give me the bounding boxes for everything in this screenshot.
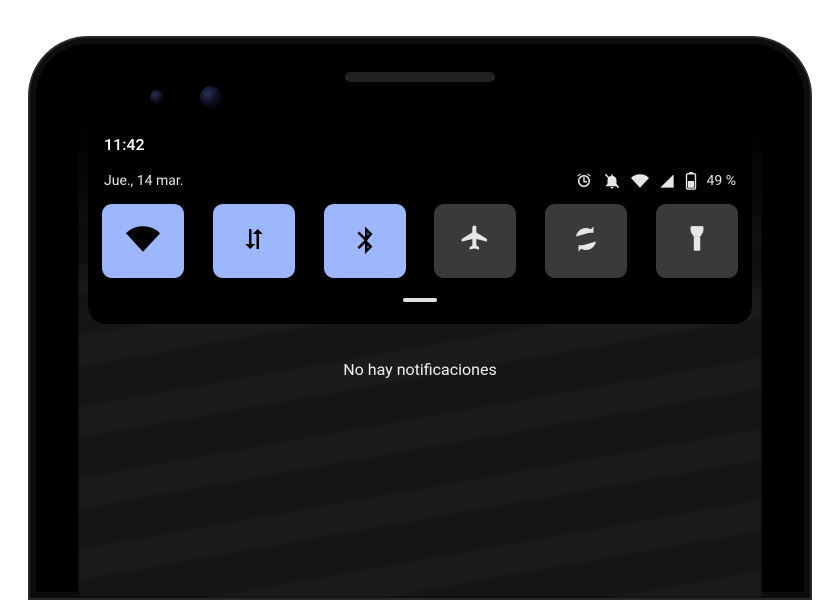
quick-settings-panel: 11:42 Jue., 14 mar. <box>88 123 752 324</box>
shade-drag-handle[interactable] <box>403 298 437 302</box>
auto-rotate-tile[interactable] <box>545 204 627 278</box>
flashlight-icon <box>684 224 710 258</box>
airplane-icon <box>459 223 491 259</box>
alarm-icon <box>575 172 593 190</box>
data-arrows-icon <box>239 224 269 258</box>
battery-icon <box>685 172 697 190</box>
airplane-tile[interactable] <box>434 204 516 278</box>
bluetooth-tile[interactable] <box>324 204 406 278</box>
earpiece-speaker <box>345 72 495 82</box>
dnd-off-icon <box>603 172 621 190</box>
battery-percent-label: 49 % <box>707 173 736 189</box>
mobile-data-tile[interactable] <box>213 204 295 278</box>
status-row: Jue., 14 mar. <box>98 172 742 202</box>
status-icons: 49 % <box>575 172 736 190</box>
auto-rotate-icon <box>571 224 601 258</box>
proximity-sensor <box>150 90 164 104</box>
bluetooth-icon <box>350 224 380 258</box>
wifi-tile[interactable] <box>102 204 184 278</box>
phone-frame: 11:42 Jue., 14 mar. <box>28 36 812 600</box>
wifi-icon <box>126 222 160 260</box>
wifi-icon <box>631 172 649 190</box>
date-label: Jue., 14 mar. <box>104 173 183 189</box>
front-camera <box>200 86 222 108</box>
cellular-signal-icon <box>659 173 675 189</box>
quick-tiles-row <box>98 202 742 280</box>
status-bar-clock: 11:42 <box>98 131 742 172</box>
no-notifications-label: No hay notificaciones <box>78 360 762 379</box>
screen: 11:42 Jue., 14 mar. <box>78 123 762 598</box>
flashlight-tile[interactable] <box>656 204 738 278</box>
